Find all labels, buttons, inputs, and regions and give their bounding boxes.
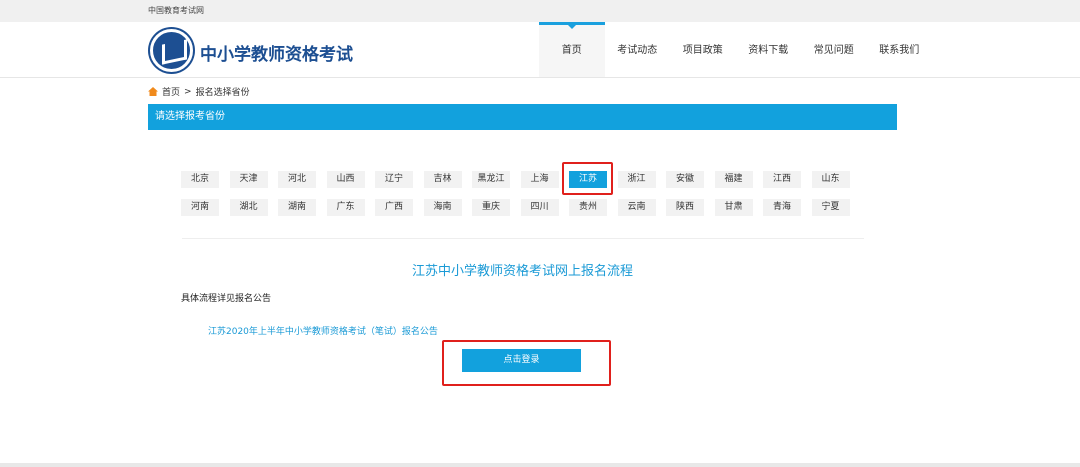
province-button[interactable]: 湖南	[278, 199, 316, 216]
province-button[interactable]: 广西	[375, 199, 413, 216]
province-button[interactable]: 云南	[617, 199, 656, 216]
nav-home[interactable]: 首页	[539, 22, 605, 77]
province-button[interactable]: 海南	[423, 199, 462, 216]
nav-faq[interactable]: 常见问题	[801, 22, 867, 77]
province-button[interactable]: 河南	[181, 199, 219, 216]
province-button[interactable]: 黑龙江	[472, 171, 510, 188]
nav-policy[interactable]: 项目政策	[670, 22, 736, 77]
province-button[interactable]: 浙江	[617, 171, 656, 188]
province-button[interactable]: 安徽	[666, 171, 704, 188]
highlight-box-province	[562, 162, 613, 195]
site-name[interactable]: 中国教育考试网	[148, 5, 204, 16]
breadcrumb-separator: >	[184, 86, 192, 97]
nav-contact[interactable]: 联系我们	[867, 22, 933, 77]
highlight-box-login	[442, 340, 611, 386]
province-button[interactable]: 青海	[763, 199, 801, 216]
province-button[interactable]: 陕西	[666, 199, 704, 216]
process-note: 具体流程详见报名公告	[181, 294, 272, 304]
section-title: 请选择报考省份	[148, 104, 897, 130]
province-button[interactable]: 山西	[326, 171, 365, 188]
province-button[interactable]: 北京	[181, 171, 219, 188]
province-button[interactable]: 湖北	[229, 199, 268, 216]
process-heading: 江苏中小学教师资格考试网上报名流程	[411, 264, 633, 279]
province-button[interactable]: 上海	[520, 171, 559, 188]
divider	[182, 238, 864, 239]
header: 中小学教师资格考试 首页 考试动态 项目政策 资料下载 常见问题 联系我们	[0, 22, 1080, 78]
home-icon	[148, 87, 158, 96]
province-button[interactable]: 山东	[811, 171, 850, 188]
province-button[interactable]: 江西	[763, 171, 801, 188]
province-button[interactable]: 广东	[326, 199, 365, 216]
nav-exam-news[interactable]: 考试动态	[605, 22, 671, 77]
breadcrumb-current: 报名选择省份	[195, 88, 250, 98]
province-button[interactable]: 贵州	[569, 199, 607, 216]
breadcrumb-home[interactable]: 首页	[162, 85, 180, 98]
province-button[interactable]: 辽宁	[375, 171, 413, 188]
site-title[interactable]: 中小学教师资格考试	[200, 40, 353, 65]
province-button[interactable]: 福建	[714, 171, 753, 188]
province-button[interactable]: 重庆	[472, 199, 510, 216]
nav-downloads[interactable]: 资料下载	[736, 22, 802, 77]
province-button[interactable]: 天津	[229, 171, 268, 188]
breadcrumb: 首页 > 报名选择省份	[148, 85, 250, 98]
top-bar: 中国教育考试网	[0, 0, 1080, 22]
main-nav: 首页 考试动态 项目政策 资料下载 常见问题 联系我们	[539, 22, 932, 77]
province-row-2: 河南 湖北 湖南 广东 广西 海南 重庆 四川 贵州 云南 陕西 甘肃 青海 宁夏	[181, 199, 850, 216]
logo-icon[interactable]	[150, 29, 193, 72]
province-row-1: 北京 天津 河北 山西 辽宁 吉林 黑龙江 上海 江苏 浙江 安徽 福建 江西 山东	[181, 171, 850, 188]
footer-border	[0, 463, 1080, 467]
province-button[interactable]: 宁夏	[811, 199, 850, 216]
province-button[interactable]: 吉林	[423, 171, 462, 188]
province-button[interactable]: 甘肃	[714, 199, 753, 216]
announcement-link[interactable]: 江苏2020年上半年中小学教师资格考试（笔试）报名公告	[208, 324, 438, 337]
province-button[interactable]: 四川	[520, 199, 559, 216]
province-button[interactable]: 河北	[278, 171, 316, 188]
